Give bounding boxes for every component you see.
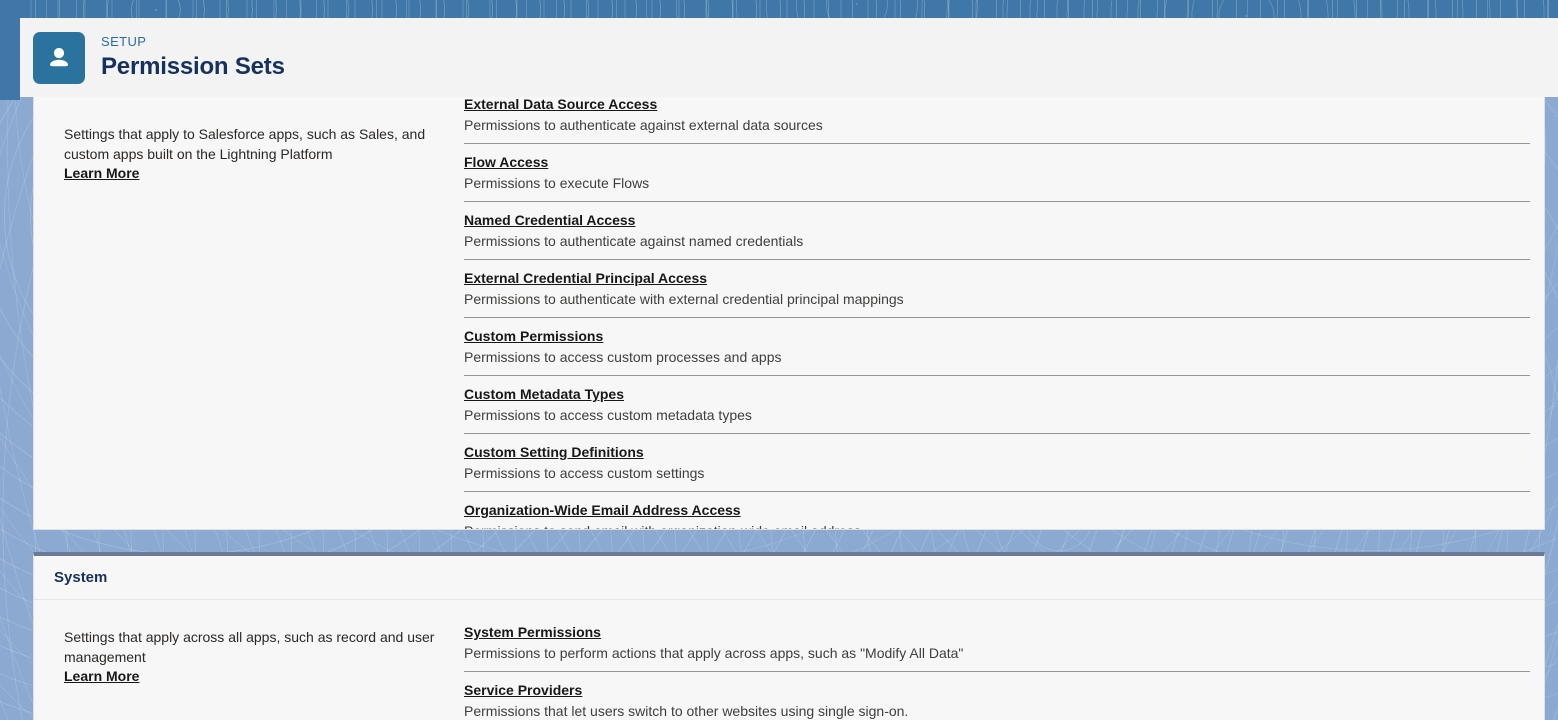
system-description: Settings that apply across all apps, suc… bbox=[64, 629, 435, 665]
setup-header: SETUP Permission Sets bbox=[20, 18, 1558, 97]
apps-description: Settings that apply to Salesforce apps, … bbox=[64, 126, 426, 162]
setup-eyebrow: SETUP bbox=[101, 34, 147, 49]
system-description-column: Settings that apply across all apps, suc… bbox=[34, 614, 464, 720]
permission-description: Permissions to access custom settings bbox=[464, 465, 705, 481]
permission-link[interactable]: Named Credential Access bbox=[464, 211, 635, 229]
list-item[interactable]: Custom Metadata Types Permissions to acc… bbox=[464, 376, 1530, 434]
permission-description: Permissions to access custom metadata ty… bbox=[464, 407, 752, 423]
permission-link[interactable]: Service Providers bbox=[464, 681, 582, 699]
system-permission-list: System Permissions Permissions to perfor… bbox=[464, 614, 1544, 720]
list-item[interactable]: System Permissions Permissions to perfor… bbox=[464, 614, 1530, 672]
permission-description: Permissions to access custom processes a… bbox=[464, 349, 782, 365]
list-item[interactable]: External Data Source Access Permissions … bbox=[464, 97, 1530, 144]
system-learn-more-link[interactable]: Learn More bbox=[64, 668, 139, 684]
setup-header-titles: SETUP Permission Sets bbox=[101, 34, 285, 81]
list-item[interactable]: Flow Access Permissions to execute Flows bbox=[464, 144, 1530, 202]
section-card-apps: Settings that apply to Salesforce apps, … bbox=[33, 97, 1545, 530]
permission-link[interactable]: Flow Access bbox=[464, 153, 548, 171]
page-title: Permission Sets bbox=[101, 53, 285, 80]
list-item[interactable]: Custom Setting Definitions Permissions t… bbox=[464, 434, 1530, 492]
permission-link[interactable]: External Credential Principal Access bbox=[464, 269, 707, 287]
list-item[interactable]: Named Credential Access Permissions to a… bbox=[464, 202, 1530, 260]
list-item[interactable]: Organization-Wide Email Address Access P… bbox=[464, 492, 1530, 529]
permission-description: Permissions to send email with organizat… bbox=[464, 522, 1530, 529]
apps-permission-list: External Data Source Access Permissions … bbox=[464, 97, 1544, 529]
card-body-system: Settings that apply across all apps, suc… bbox=[34, 600, 1544, 720]
apps-description-column: Settings that apply to Salesforce apps, … bbox=[34, 111, 464, 529]
content-area: Settings that apply to Salesforce apps, … bbox=[33, 97, 1545, 720]
permission-link[interactable]: Custom Setting Definitions bbox=[464, 443, 644, 461]
list-item[interactable]: Service Providers Permissions that let u… bbox=[464, 672, 1530, 720]
permission-description: Permissions to authenticate against exte… bbox=[464, 117, 823, 133]
permission-link[interactable]: External Data Source Access bbox=[464, 97, 657, 113]
permission-description: Permissions to authenticate with externa… bbox=[464, 291, 904, 307]
permission-link[interactable]: Custom Metadata Types bbox=[464, 385, 624, 403]
permission-description: Permissions to perform actions that appl… bbox=[464, 645, 964, 661]
card-body-apps: Settings that apply to Salesforce apps, … bbox=[34, 97, 1544, 529]
page-background-left-strip bbox=[0, 0, 20, 100]
apps-learn-more-link[interactable]: Learn More bbox=[64, 165, 139, 181]
system-section-header: System bbox=[34, 556, 1544, 600]
permission-link[interactable]: Custom Permissions bbox=[464, 327, 603, 345]
list-item[interactable]: Custom Permissions Permissions to access… bbox=[464, 318, 1530, 376]
list-item[interactable]: External Credential Principal Access Per… bbox=[464, 260, 1530, 318]
permission-link[interactable]: System Permissions bbox=[464, 623, 601, 641]
page-background-top-strip bbox=[0, 0, 1558, 20]
permission-description: Permissions to execute Flows bbox=[464, 175, 650, 191]
system-section-title: System bbox=[54, 569, 108, 586]
permission-description: Permissions that let users switch to oth… bbox=[464, 703, 909, 719]
user-icon bbox=[33, 31, 85, 84]
section-card-system: System Settings that apply across all ap… bbox=[33, 552, 1545, 720]
permission-description: Permissions to authenticate against name… bbox=[464, 233, 804, 249]
permission-link[interactable]: Organization-Wide Email Address Access bbox=[464, 501, 741, 519]
